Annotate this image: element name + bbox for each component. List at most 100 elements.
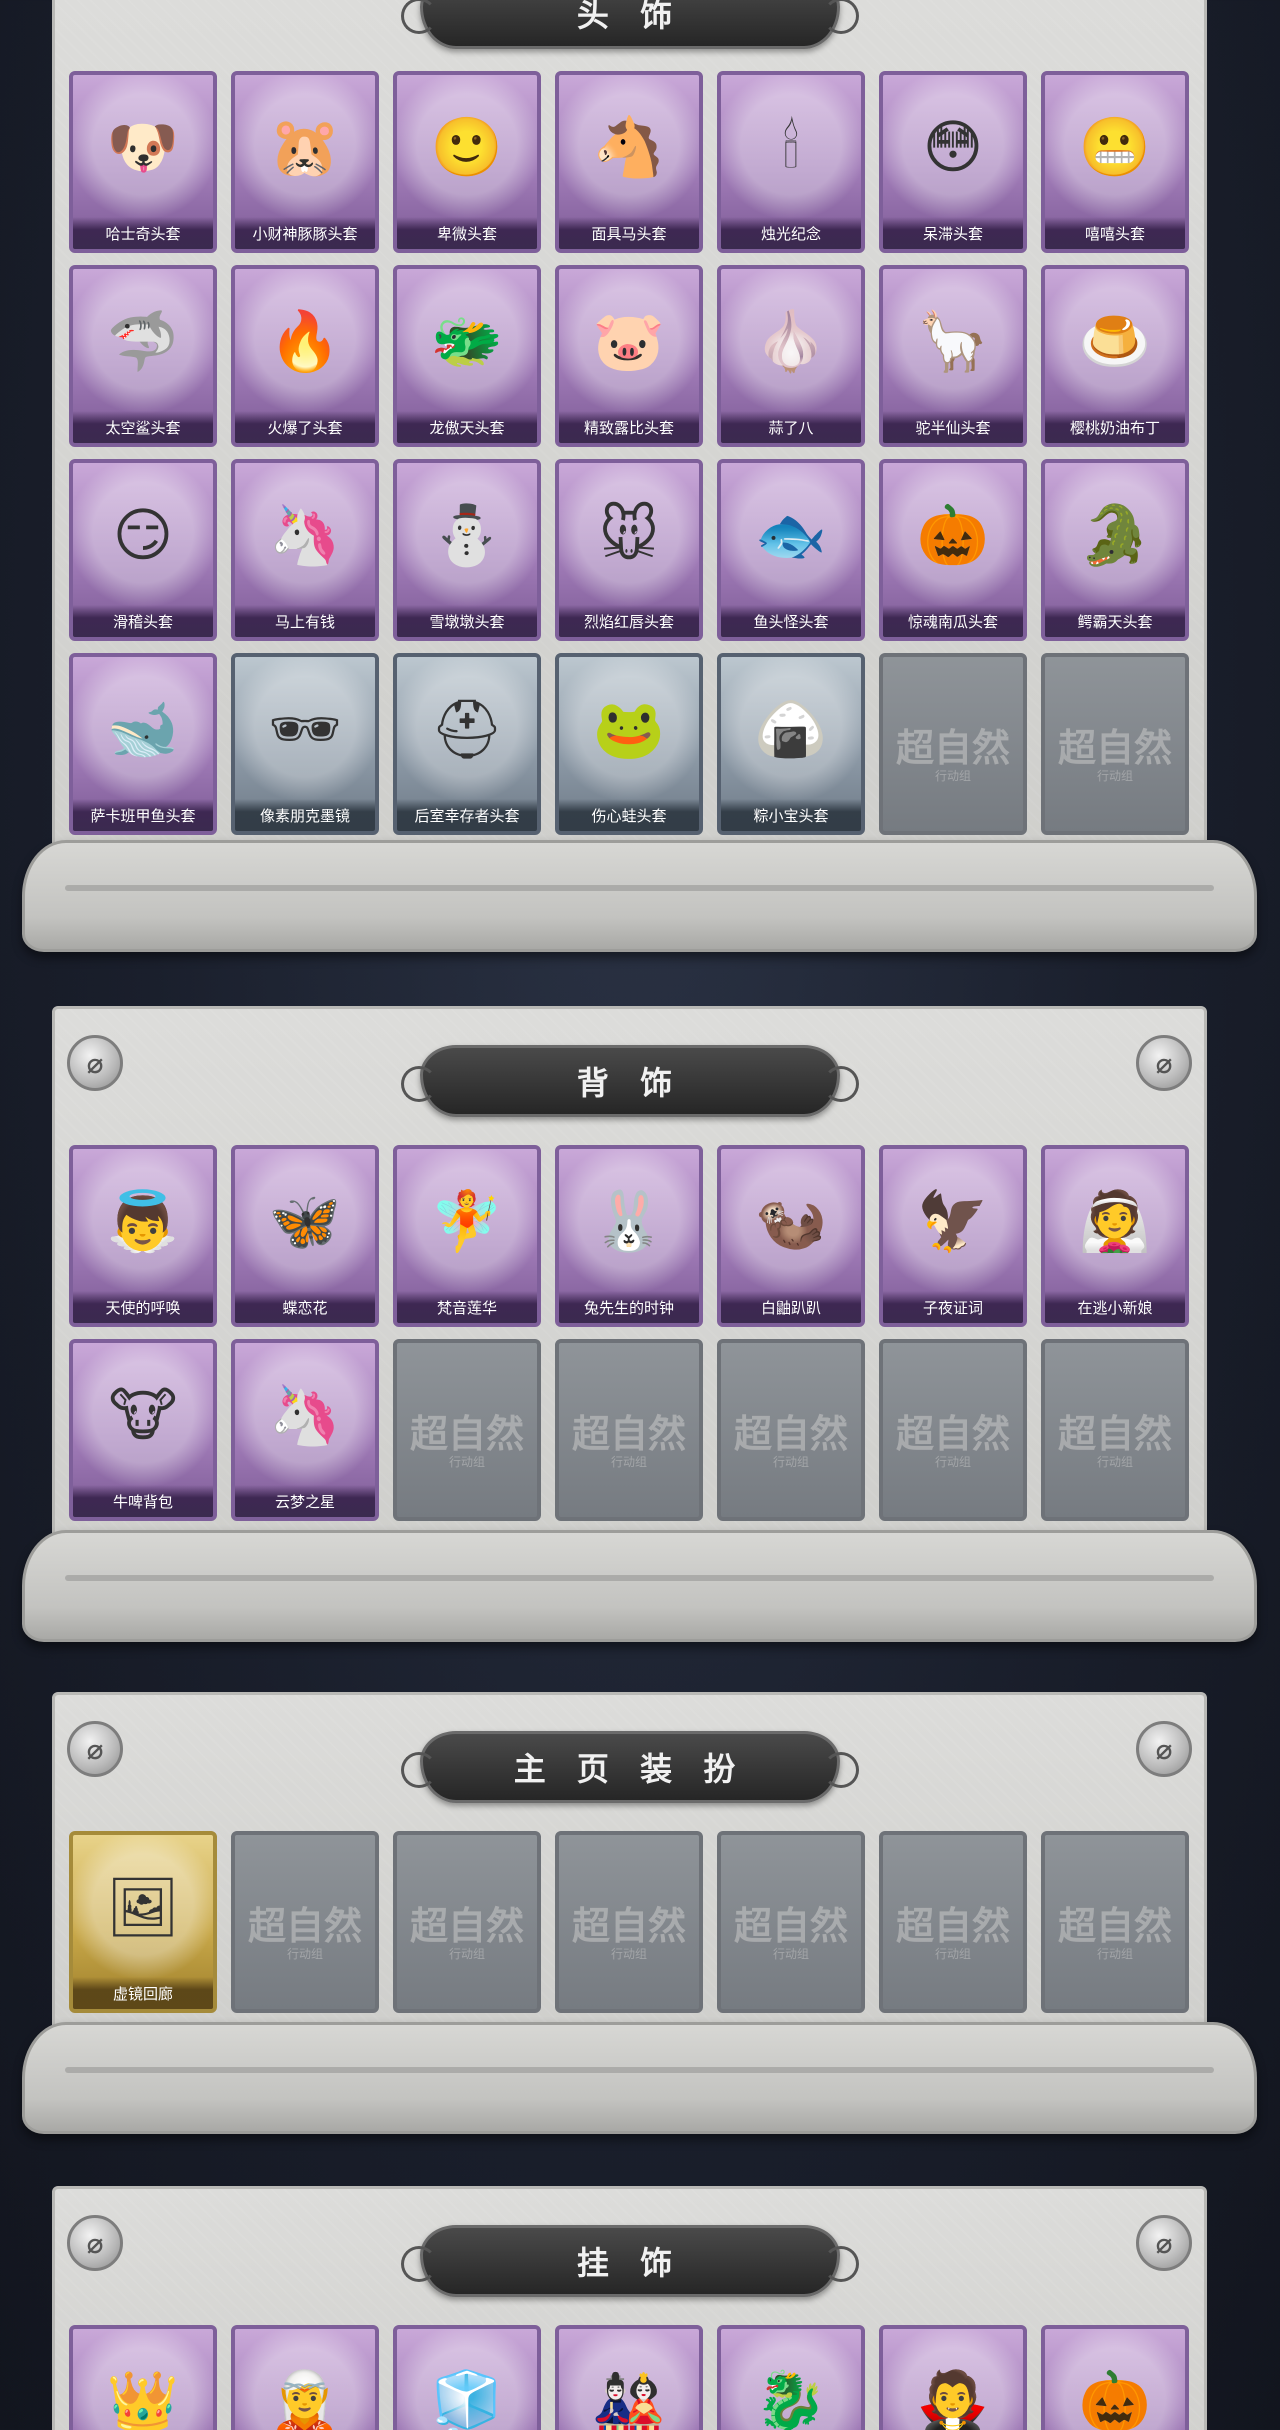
item-icon: 🦅 bbox=[916, 1187, 990, 1255]
placeholder-sub: 行动组 bbox=[448, 1455, 485, 1469]
placeholder-logo: 超自然 bbox=[571, 1903, 686, 1948]
item-card[interactable]: 🧝 bbox=[231, 2325, 379, 2430]
item-card[interactable]: 🎃 bbox=[1041, 2325, 1189, 2430]
item-card[interactable]: 🐹 小财神豚豚头套 bbox=[231, 71, 379, 253]
placeholder-logo: 超自然 bbox=[1057, 1903, 1172, 1948]
locked-slot[interactable]: 超自然 行动组 bbox=[879, 653, 1027, 835]
item-card[interactable]: ⛄ 雪墩墩头套 bbox=[393, 459, 541, 641]
locked-slot[interactable]: 超自然 行动组 bbox=[1041, 1339, 1189, 1521]
item-icon: 🐷 bbox=[592, 307, 666, 375]
item-label: 后室幸存者头套 bbox=[397, 799, 537, 831]
item-icon: 🐉 bbox=[754, 2367, 828, 2430]
pendant-panel: ⌀ ⌀ 挂 饰 👑 🧝 🧊 🎎 🐉 🧛 🎃 bbox=[52, 2186, 1207, 2430]
headwear-panel: 头 饰 🐶 哈士奇头套 🐹 小财神豚豚头套 🙂 卑微头套 🐴 面具马头套 🕯 烛光纪念 😳 呆滞头套 😬… bbox=[52, 0, 1207, 860]
item-card[interactable]: 🐮 牛啤背包 bbox=[69, 1339, 217, 1521]
item-card[interactable]: 🐸 伤心蛙头套 bbox=[555, 653, 703, 835]
locked-slot[interactable]: 超自然 行动组 bbox=[393, 1339, 541, 1521]
item-card[interactable]: 🧄 蒜了八 bbox=[717, 265, 865, 447]
item-icon: 🍙 bbox=[754, 695, 828, 763]
item-label: 樱桃奶油布丁 bbox=[1045, 411, 1185, 443]
item-icon: 🙂 bbox=[430, 113, 504, 181]
item-card[interactable]: 🎃 惊魂南瓜头套 bbox=[879, 459, 1027, 641]
item-icon: 🐶 bbox=[106, 113, 180, 181]
item-card[interactable]: 🧊 bbox=[393, 2325, 541, 2430]
item-icon: 🧊 bbox=[430, 2367, 504, 2430]
item-card[interactable]: 🔥 火爆了头套 bbox=[231, 265, 379, 447]
item-card[interactable]: 🐷 精致露比头套 bbox=[555, 265, 703, 447]
locked-slot[interactable]: 超自然 行动组 bbox=[555, 1831, 703, 2013]
scroll-bottom bbox=[22, 840, 1257, 952]
homepage-panel: ⌀ ⌀ 主 页 装 扮 🖼 虚镜回廊 超自然 行动组 超自然 行动组 超自然 行动组 超自然 行动… bbox=[52, 1692, 1207, 2032]
compass-icon: ⌀ bbox=[67, 1721, 123, 1777]
item-card[interactable]: 🦈 太空鲨头套 bbox=[69, 265, 217, 447]
placeholder-sub: 行动组 bbox=[610, 1947, 647, 1961]
locked-slot[interactable]: 超自然 行动组 bbox=[555, 1339, 703, 1521]
locked-slot[interactable]: 超自然 行动组 bbox=[1041, 1831, 1189, 2013]
item-card[interactable]: 😳 呆滞头套 bbox=[879, 71, 1027, 253]
item-label: 鱼头怪头套 bbox=[721, 605, 861, 637]
item-card[interactable]: 🖼 虚镜回廊 bbox=[69, 1831, 217, 2013]
locked-slot[interactable]: 超自然 行动组 bbox=[879, 1831, 1027, 2013]
locked-slot[interactable]: 超自然 行动组 bbox=[1041, 653, 1189, 835]
locked-slot[interactable]: 超自然 行动组 bbox=[393, 1831, 541, 2013]
item-card[interactable]: 🕯 烛光纪念 bbox=[717, 71, 865, 253]
item-card[interactable]: 🐉 bbox=[717, 2325, 865, 2430]
backwear-panel: ⌀ ⌀ 背 饰 👼 天使的呼唤 🦋 蝶恋花 🧚 梵音莲华 🐰 兔先生的时钟 🦦 白鼬趴趴 🦅 子夜证词… bbox=[52, 1006, 1207, 1546]
compass-icon: ⌀ bbox=[67, 2215, 123, 2271]
item-card[interactable]: 🐟 鱼头怪头套 bbox=[717, 459, 865, 641]
section-title: 主 页 装 扮 bbox=[513, 1750, 746, 1788]
item-card[interactable]: 👰 在逃小新娘 bbox=[1041, 1145, 1189, 1327]
section-banner: 头 饰 bbox=[400, 0, 859, 49]
item-label: 火爆了头套 bbox=[235, 411, 375, 443]
item-card[interactable]: 👑 bbox=[69, 2325, 217, 2430]
placeholder-logo: 超自然 bbox=[895, 1411, 1010, 1456]
item-card[interactable]: 🕶 像素朋克墨镜 bbox=[231, 653, 379, 835]
item-card[interactable]: 🐴 面具马头套 bbox=[555, 71, 703, 253]
item-icon: 🖼 bbox=[106, 1873, 180, 1941]
item-icon: 🐭 bbox=[598, 501, 660, 569]
locked-slot[interactable]: 超自然 行动组 bbox=[879, 1339, 1027, 1521]
item-card[interactable]: 🍮 樱桃奶油布丁 bbox=[1041, 265, 1189, 447]
item-card[interactable]: 🐰 兔先生的时钟 bbox=[555, 1145, 703, 1327]
item-card[interactable]: 🧛 bbox=[879, 2325, 1027, 2430]
pendant-grid: 👑 🧝 🧊 🎎 🐉 🧛 🎃 bbox=[69, 2325, 1189, 2430]
item-label: 烈焰红唇头套 bbox=[559, 605, 699, 637]
item-card[interactable]: 🐋 萨卡班甲鱼头套 bbox=[69, 653, 217, 835]
item-card[interactable]: 🐶 哈士奇头套 bbox=[69, 71, 217, 253]
placeholder-sub: 行动组 bbox=[286, 1947, 323, 1961]
scroll-bottom bbox=[22, 1530, 1257, 1642]
item-card[interactable]: 😬 嘻嘻头套 bbox=[1041, 71, 1189, 253]
item-icon: 🐴 bbox=[592, 113, 666, 181]
item-card[interactable]: 🦋 蝶恋花 bbox=[231, 1145, 379, 1327]
item-label: 嘻嘻头套 bbox=[1045, 217, 1185, 249]
item-card[interactable]: ⛑ 后室幸存者头套 bbox=[393, 653, 541, 835]
item-card[interactable]: 🐲 龙傲天头套 bbox=[393, 265, 541, 447]
item-icon: 🐰 bbox=[592, 1187, 666, 1255]
item-card[interactable]: 😏 滑稽头套 bbox=[69, 459, 217, 641]
item-label: 伤心蛙头套 bbox=[559, 799, 699, 831]
placeholder-logo: 超自然 bbox=[895, 1903, 1010, 1948]
locked-slot[interactable]: 超自然 行动组 bbox=[717, 1339, 865, 1521]
item-icon: 🕶 bbox=[268, 695, 342, 763]
item-card[interactable]: 🦙 驼半仙头套 bbox=[879, 265, 1027, 447]
item-card[interactable]: 🎎 bbox=[555, 2325, 703, 2430]
item-card[interactable]: 🦅 子夜证词 bbox=[879, 1145, 1027, 1327]
item-card[interactable]: 🐊 鳄霸天头套 bbox=[1041, 459, 1189, 641]
item-card[interactable]: 🐭 烈焰红唇头套 bbox=[555, 459, 703, 641]
item-card[interactable]: 🦦 白鼬趴趴 bbox=[717, 1145, 865, 1327]
placeholder-sub: 行动组 bbox=[934, 1947, 971, 1961]
locked-slot[interactable]: 超自然 行动组 bbox=[231, 1831, 379, 2013]
item-card[interactable]: 🧚 梵音莲华 bbox=[393, 1145, 541, 1327]
placeholder-sub: 行动组 bbox=[934, 1455, 971, 1469]
section-title: 背 饰 bbox=[576, 1064, 683, 1102]
item-icon: 🐮 bbox=[108, 1381, 178, 1449]
item-card[interactable]: 👼 天使的呼唤 bbox=[69, 1145, 217, 1327]
compass-icon: ⌀ bbox=[1136, 1035, 1192, 1091]
item-icon: 🧄 bbox=[754, 307, 828, 375]
item-card[interactable]: 🦄 云梦之星 bbox=[231, 1339, 379, 1521]
item-label: 天使的呼唤 bbox=[73, 1291, 213, 1323]
item-card[interactable]: 🍙 粽小宝头套 bbox=[717, 653, 865, 835]
item-card[interactable]: 🦄 马上有钱 bbox=[231, 459, 379, 641]
item-card[interactable]: 🙂 卑微头套 bbox=[393, 71, 541, 253]
locked-slot[interactable]: 超自然 行动组 bbox=[717, 1831, 865, 2013]
